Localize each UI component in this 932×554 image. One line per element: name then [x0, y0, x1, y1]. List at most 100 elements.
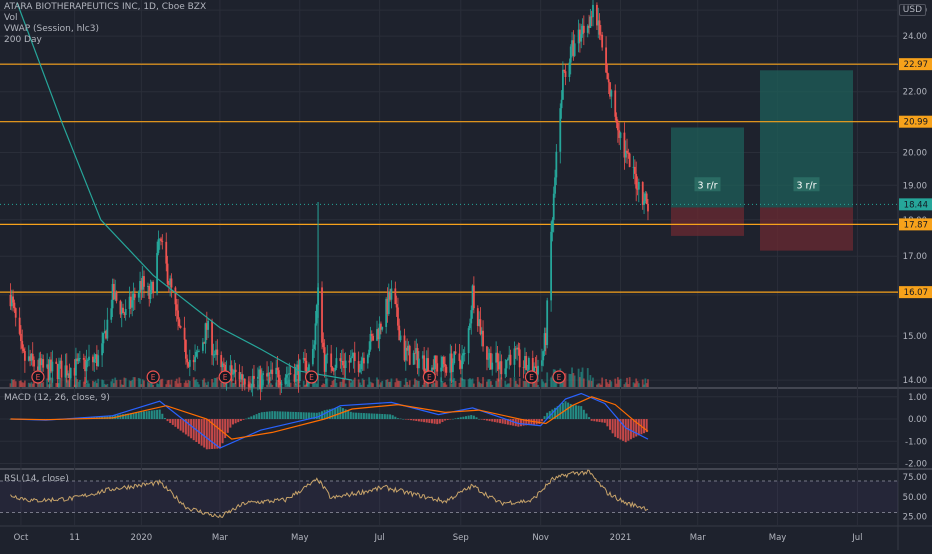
- price-axis-label: 20.99: [904, 118, 928, 128]
- macd-histogram-bar: [242, 419, 245, 420]
- candle-body: [518, 349, 521, 368]
- macd-histogram-bar: [588, 417, 591, 420]
- candle-body: [633, 166, 636, 174]
- candle-body: [444, 364, 446, 367]
- macd-histogram-bar: [294, 411, 297, 420]
- indicator-ma200-label[interactable]: 200 Day: [4, 35, 206, 46]
- candle-body: [463, 353, 466, 354]
- candle-body: [349, 357, 352, 363]
- macd-histogram-bar: [370, 413, 373, 420]
- candle-body: [554, 177, 556, 194]
- macd-histogram-bar: [629, 419, 632, 440]
- volume-bar: [372, 383, 374, 387]
- macd-tick-label: 1.00: [908, 393, 927, 403]
- macd-tick-label: 0.00: [908, 415, 927, 425]
- chart-svg[interactable]: Oct 11 2020 Mar May Jul Sep Nov 2021 Mar May Jul 25.…: [0, 0, 932, 550]
- macd-histogram-bar: [190, 419, 193, 439]
- macd-histogram-bar: [624, 419, 627, 443]
- macd-histogram-bar: [234, 419, 237, 424]
- macd-histogram-bar: [208, 419, 211, 450]
- candle-body: [628, 153, 631, 168]
- macd-histogram-bar: [574, 405, 577, 420]
- x-tick-label: 2020: [131, 533, 153, 543]
- candle-body: [360, 360, 363, 370]
- candle-body: [339, 358, 342, 362]
- candle-body: [461, 355, 463, 369]
- macd-histogram-bar: [135, 412, 138, 420]
- currency-unit-button[interactable]: USD: [898, 4, 926, 16]
- macd-tick-label: -2.00: [905, 460, 927, 470]
- volume-bar: [482, 377, 484, 387]
- price-axis-label: 16.07: [904, 288, 928, 298]
- candle-body: [486, 346, 488, 360]
- candle-body: [317, 287, 319, 306]
- macd-histogram-bar: [407, 419, 410, 420]
- candle-body: [550, 231, 553, 301]
- candle-body: [20, 333, 22, 342]
- price-axis-label: 18.44: [904, 200, 928, 210]
- macd-histogram-bar: [614, 419, 617, 437]
- macd-histogram-bar: [462, 416, 465, 420]
- macd-histogram-bar: [276, 411, 279, 420]
- volume-bar: [463, 379, 466, 387]
- macd-histogram-bar: [404, 419, 407, 420]
- macd-histogram-bar: [485, 419, 488, 421]
- candle-body: [442, 356, 445, 365]
- candle-body: [82, 358, 85, 360]
- macd-histogram-bar: [386, 414, 389, 420]
- volume-bar: [326, 378, 329, 387]
- candle-body: [287, 374, 289, 376]
- rsi-legend[interactable]: RSI (14, close): [4, 474, 69, 485]
- macd-histogram-bar: [349, 411, 352, 420]
- candle-body: [69, 367, 72, 379]
- candle-body: [331, 367, 334, 371]
- macd-histogram-bar: [622, 419, 625, 441]
- macd-histogram-bar: [260, 412, 263, 420]
- macd-histogram-bar: [182, 419, 185, 433]
- candle-body: [369, 333, 372, 350]
- macd-histogram-bar: [289, 411, 292, 420]
- x-tick-label: Jul: [851, 533, 862, 543]
- candle-body: [637, 182, 640, 190]
- earnings-marker-label: E: [529, 373, 534, 382]
- macd-histogram-bar: [601, 419, 604, 423]
- candle-body: [598, 20, 601, 35]
- candle-body: [188, 359, 191, 367]
- macd-histogram-bar: [559, 404, 562, 420]
- macd-histogram-bar: [598, 419, 601, 423]
- candle-body: [546, 300, 549, 346]
- macd-histogram-bar: [470, 415, 473, 420]
- candle-body: [86, 360, 89, 361]
- candle-body: [647, 203, 649, 212]
- macd-histogram-bar: [255, 414, 258, 420]
- candle-body: [469, 323, 471, 329]
- candle-body: [561, 69, 564, 100]
- macd-histogram-bar: [399, 418, 402, 420]
- chart-area[interactable]: Oct 11 2020 Mar May Jul Sep Nov 2021 Mar May Jul 25.…: [0, 0, 932, 550]
- macd-histogram-bar: [336, 407, 339, 420]
- volume-bar: [518, 378, 521, 387]
- macd-histogram-bar: [140, 411, 143, 420]
- candle-body: [14, 308, 17, 318]
- macd-histogram-bar: [577, 405, 580, 420]
- candle-body: [184, 339, 187, 359]
- macd-histogram-bar: [616, 419, 619, 439]
- macd-histogram-bar: [334, 407, 337, 420]
- macd-histogram-bar: [609, 419, 612, 430]
- macd-histogram-bar: [446, 419, 449, 421]
- macd-histogram-bar: [611, 419, 614, 434]
- candle-body: [183, 327, 186, 340]
- candle-body: [592, 4, 594, 18]
- macd-legend[interactable]: MACD (12, 26, close, 9): [4, 393, 110, 404]
- pane-separator-macd: [0, 387, 932, 389]
- indicator-vwap-label[interactable]: VWAP (Session, hlc3): [4, 24, 206, 35]
- candle-body: [106, 319, 109, 339]
- candle-body: [601, 34, 604, 48]
- macd-histogram-bar: [572, 404, 575, 420]
- candle-body: [124, 309, 127, 316]
- indicator-volume-label[interactable]: Vol: [4, 13, 206, 24]
- macd-histogram-bar: [192, 419, 195, 441]
- symbol-title[interactable]: ATARA BIOTHERAPEUTICS INC, 1D, Cboe BZX: [4, 2, 206, 13]
- macd-histogram-bar: [430, 419, 433, 424]
- candle-body: [487, 358, 490, 360]
